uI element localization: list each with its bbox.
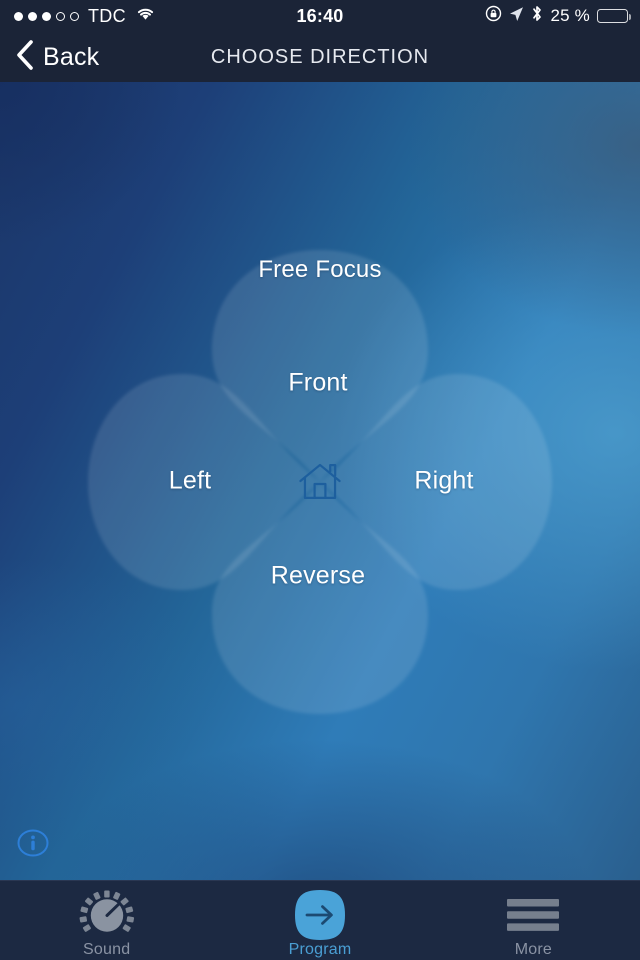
info-button[interactable] [12,822,54,864]
arrow-right-icon [294,890,346,940]
tab-label-more: More [514,941,552,958]
direction-label-reverse[interactable]: Reverse [271,562,366,591]
back-button[interactable]: Back [16,32,99,82]
status-bar-right: 25 % [485,5,631,27]
location-arrow-icon [509,6,524,27]
info-circle-icon [17,829,49,857]
direction-label-right[interactable]: Right [414,467,473,496]
tab-label-sound: Sound [83,941,131,958]
main-content: Free Focus Front Right Reverse Left [0,82,640,880]
battery-percent-label: 25 % [550,6,590,25]
hamburger-menu-icon [505,891,561,939]
tab-sound[interactable]: Sound [0,881,213,960]
tab-bar: Sound Program More [0,880,640,960]
back-button-label: Back [43,42,100,71]
tab-label-program: Program [288,941,352,958]
direction-label-left[interactable]: Left [169,467,212,496]
battery-icon [597,9,631,23]
tab-more[interactable]: More [427,881,640,960]
navigation-bar: CHOOSE DIRECTION Back [0,32,640,82]
free-focus-label[interactable]: Free Focus [258,256,381,284]
status-bar: TDC 16:40 25 % [0,0,640,32]
rotation-lock-icon [485,5,502,27]
tab-program[interactable]: Program [213,881,426,960]
app-screen: TDC 16:40 25 % CHOOSE DIRECTION Back Fre… [0,0,640,960]
home-center-button[interactable] [290,452,350,512]
bluetooth-icon [531,5,543,27]
volume-knob-icon [76,890,138,939]
direction-label-front[interactable]: Front [288,369,347,398]
chevron-left-icon [16,39,34,75]
